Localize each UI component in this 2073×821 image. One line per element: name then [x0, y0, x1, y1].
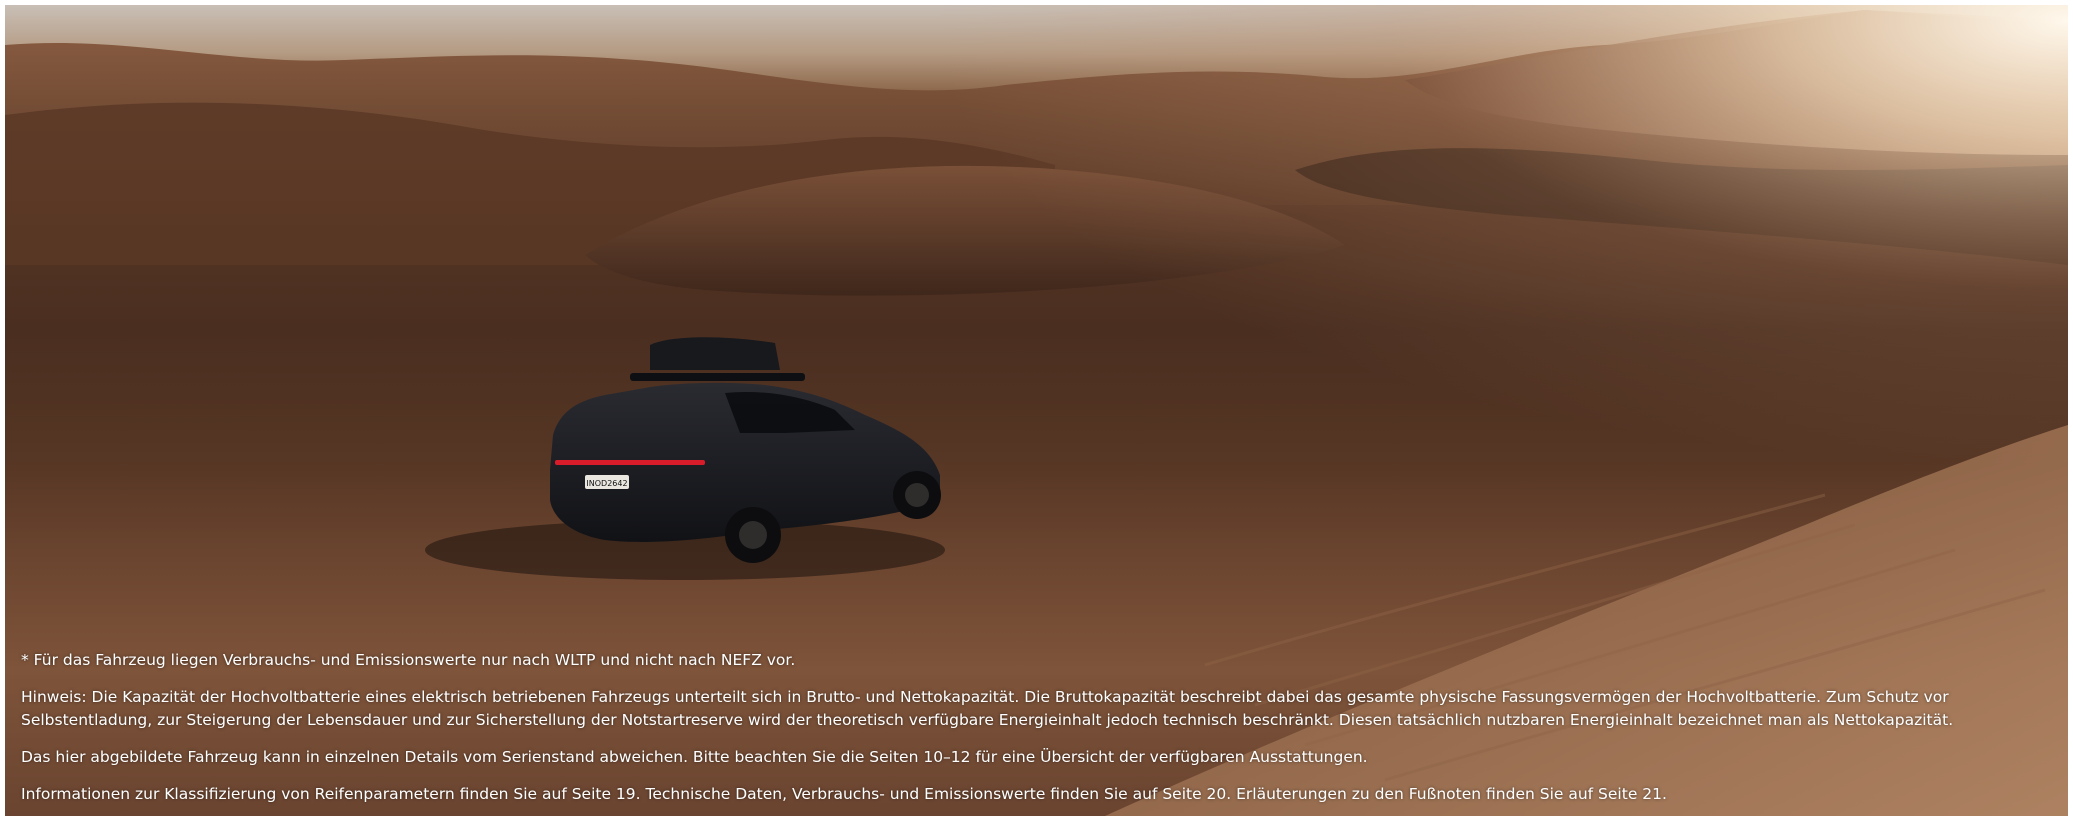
hero-image: INOD2642 * Für das Fahrzeug liegen Verbr…: [5, 5, 2068, 816]
vehicle-detail-note: Das hier abgebildete Fahrzeug kann in ei…: [21, 748, 1368, 766]
license-plate: INOD2642: [586, 479, 627, 488]
wltp-footnote: * Für das Fahrzeug liegen Verbrauchs- un…: [21, 651, 796, 669]
footnotes: * Für das Fahrzeug liegen Verbrauchs- un…: [21, 649, 2058, 806]
page-reference-note: Informationen zur Klassifizierung von Re…: [21, 785, 1667, 803]
battery-capacity-note: Hinweis: Die Kapazität der Hochvoltbatte…: [21, 688, 1954, 729]
